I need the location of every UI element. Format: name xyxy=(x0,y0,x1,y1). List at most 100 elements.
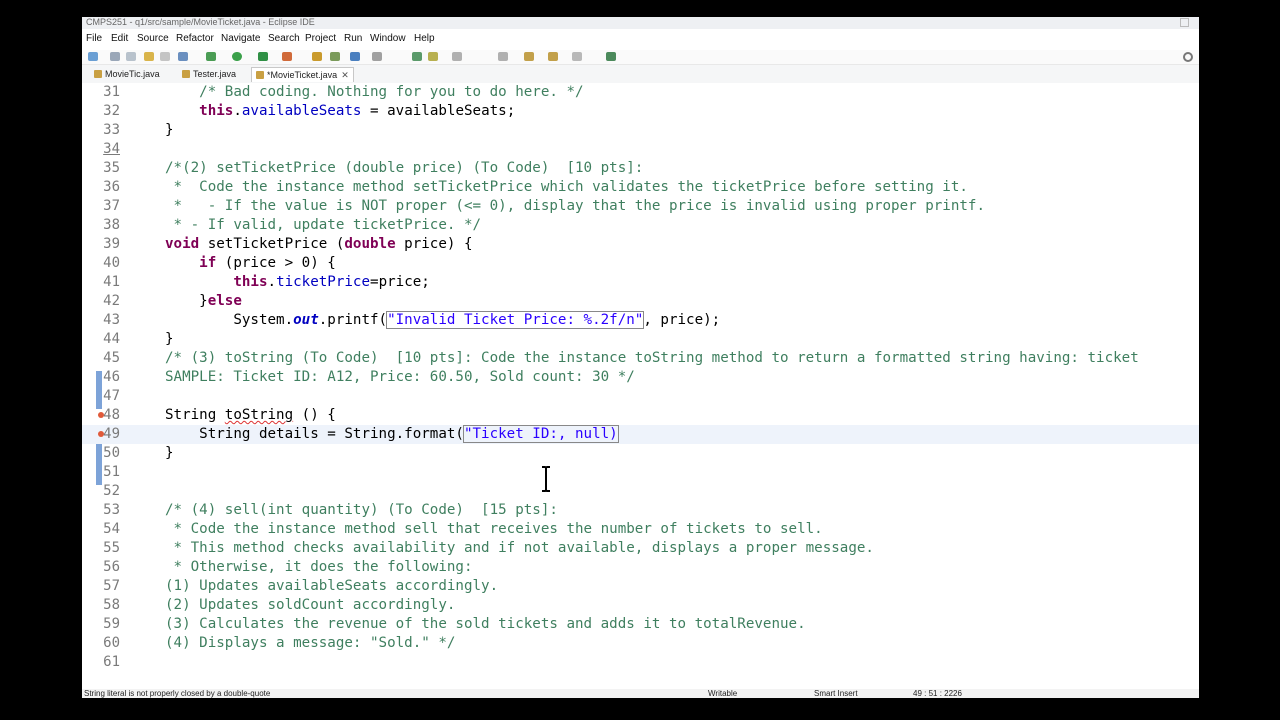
java-file-icon xyxy=(94,70,102,78)
java-file-icon xyxy=(256,71,264,79)
debug-icon[interactable] xyxy=(206,52,216,61)
code-line: 55 * This method checks availability and… xyxy=(82,539,1199,558)
external-tools-icon[interactable] xyxy=(282,52,292,61)
status-message: String literal is not properly closed by… xyxy=(84,689,271,698)
toggle-mark-icon[interactable] xyxy=(412,52,422,61)
code-text: /*(2) setTicketPrice (double price) (To … xyxy=(165,160,644,176)
menu-search[interactable]: Search xyxy=(268,33,300,44)
run-icon[interactable] xyxy=(232,52,242,61)
new-file-icon[interactable] xyxy=(88,52,98,61)
tab-movietic[interactable]: MovieTic.java xyxy=(94,67,160,81)
code-text: /* (3) toString (To Code) [10 pts]: Code… xyxy=(165,350,1139,366)
code-line: 58 (2) Updates soldCount accordingly. xyxy=(82,596,1199,615)
forward-icon[interactable] xyxy=(572,52,582,61)
line-number: 61 xyxy=(103,654,120,670)
line-number: 57 xyxy=(103,578,120,594)
coverage-icon[interactable] xyxy=(258,52,268,61)
code-line: 40 if (price > 0) { xyxy=(82,254,1199,273)
code-text: * - If the value is NOT proper (<= 0), d… xyxy=(165,198,985,214)
code-text: }else xyxy=(165,293,242,309)
menu-window[interactable]: Window xyxy=(370,33,406,44)
highlight-icon[interactable] xyxy=(428,52,438,61)
undo-icon[interactable] xyxy=(144,52,154,61)
new-java-project-icon[interactable] xyxy=(312,52,322,61)
annotation-icon[interactable] xyxy=(452,52,462,61)
code-text: * - If valid, update ticketPrice. */ xyxy=(165,217,482,233)
menu-source[interactable]: Source xyxy=(137,33,169,44)
line-number: 45 xyxy=(103,350,120,366)
code-line: 59 (3) Calculates the revenue of the sold… xyxy=(82,615,1199,634)
line-number: 56 xyxy=(103,559,120,575)
menu-file[interactable]: File xyxy=(86,33,102,44)
line-number: 43 xyxy=(103,312,120,328)
code-line: 60 (4) Displays a message: "Sold." */ xyxy=(82,634,1199,653)
code-text: * Otherwise, it does the following: xyxy=(165,559,473,575)
terminal-icon[interactable] xyxy=(178,52,188,61)
search-icon[interactable] xyxy=(1183,52,1193,62)
open-type-icon[interactable] xyxy=(372,52,382,61)
line-number: 55 xyxy=(103,540,120,556)
status-insert-mode: Smart Insert xyxy=(814,689,858,698)
line-number: 53 xyxy=(103,502,120,518)
code-text: } xyxy=(165,122,174,138)
line-number: 36 xyxy=(103,179,120,195)
menu-navigate[interactable]: Navigate xyxy=(221,33,260,44)
line-number: 32 xyxy=(103,103,120,119)
line-number: 54 xyxy=(103,521,120,537)
code-line: 38 * - If valid, update ticketPrice. */ xyxy=(82,216,1199,235)
code-text: * Code the instance method sell that rec… xyxy=(165,521,823,537)
code-line: 45 /* (3) toString (To Code) [10 pts]: Co… xyxy=(82,349,1199,368)
code-line: 53 /* (4) sell(int quantity) (To Code) [1… xyxy=(82,501,1199,520)
line-number: 47 xyxy=(103,388,120,404)
code-line: 34 xyxy=(82,140,1199,159)
code-text: (3) Calculates the revenue of the sold t… xyxy=(165,616,806,632)
code-line: 46 SAMPLE: Ticket ID: A12, Price: 60.50, … xyxy=(82,368,1199,387)
code-line: 33} xyxy=(82,121,1199,140)
redo-icon[interactable] xyxy=(160,52,170,61)
save-all-icon[interactable] xyxy=(126,52,136,61)
code-text: } xyxy=(165,331,174,347)
line-number: 46 xyxy=(103,369,120,385)
new-class-icon[interactable] xyxy=(350,52,360,61)
save-icon[interactable] xyxy=(110,52,120,61)
menu-refactor[interactable]: Refactor xyxy=(176,33,214,44)
back-icon[interactable] xyxy=(524,52,534,61)
menu-help[interactable]: Help xyxy=(414,33,435,44)
new-package-icon[interactable] xyxy=(330,52,340,61)
line-number: 52 xyxy=(103,483,120,499)
open-perspective-icon[interactable] xyxy=(606,52,616,61)
line-number: 50 xyxy=(103,445,120,461)
prev-edit-icon[interactable] xyxy=(498,52,508,61)
line-number: 44 xyxy=(103,331,120,347)
line-number: 33 xyxy=(103,122,120,138)
close-icon[interactable]: ✕ xyxy=(341,70,349,80)
tab-movieticket[interactable]: *MovieTicket.java ✕ xyxy=(251,67,354,82)
maximize-icon[interactable] xyxy=(1180,18,1189,27)
code-text: (4) Displays a message: "Sold." */ xyxy=(165,635,456,651)
back-arrow-icon[interactable] xyxy=(548,52,558,61)
line-number: 37 xyxy=(103,198,120,214)
code-line: 39 void setTicketPrice (double price) { xyxy=(82,235,1199,254)
line-number: 58 xyxy=(103,597,120,613)
menu-run[interactable]: Run xyxy=(344,33,362,44)
code-editor[interactable]: 31 /* Bad coding. Nothing for you to do … xyxy=(82,83,1199,690)
code-text: if (price > 0) { xyxy=(199,255,336,271)
code-line: 57 (1) Updates availableSeats accordingly… xyxy=(82,577,1199,596)
code-text: String details = String.format("Ticket I… xyxy=(165,425,619,443)
code-line: 61 xyxy=(82,653,1199,672)
code-text: System.out.printf("Invalid Ticket Price:… xyxy=(165,311,721,329)
code-text: (1) Updates availableSeats accordingly. xyxy=(165,578,499,594)
line-number: 39 xyxy=(103,236,120,252)
tab-tester[interactable]: Tester.java xyxy=(182,67,236,81)
code-text: this.availableSeats = availableSeats; xyxy=(199,103,516,119)
line-number: 41 xyxy=(103,274,120,290)
code-line: 48 String toString () { xyxy=(82,406,1199,425)
line-number: 38 xyxy=(103,217,120,233)
code-line: 36 * Code the instance method setTicketP… xyxy=(82,178,1199,197)
code-line: 50} xyxy=(82,444,1199,463)
editor-tab-bar: MovieTic.java Tester.java *MovieTicket.j… xyxy=(82,65,1199,84)
menu-project[interactable]: Project xyxy=(305,33,336,44)
menu-edit[interactable]: Edit xyxy=(111,33,128,44)
code-line: 32 this.availableSeats = availableSeats; xyxy=(82,102,1199,121)
text-cursor-icon xyxy=(542,466,550,492)
